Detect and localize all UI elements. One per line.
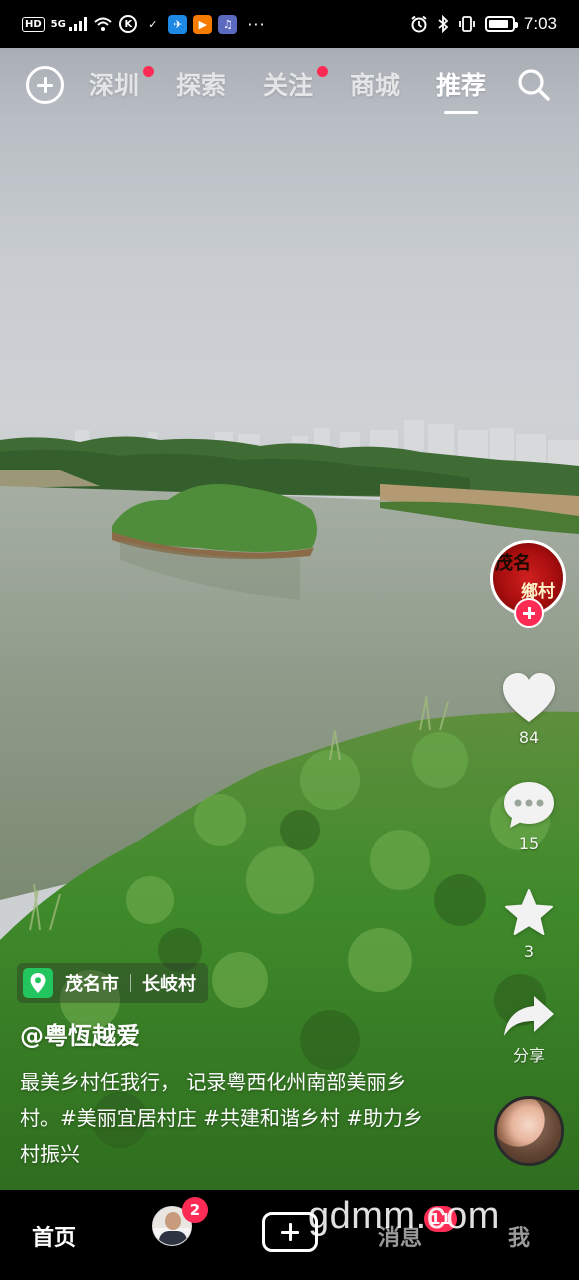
- video-caption: 最美乡村任我行， 记录粤西化州南部美丽乡村。#美丽宜居村庄 #共建和谐乡村 #助…: [20, 1070, 423, 1166]
- site-watermark: gdmm.com: [308, 1195, 500, 1237]
- tab-following-label: 关注: [263, 71, 314, 100]
- tab-shenzhen[interactable]: 深圳: [89, 66, 154, 106]
- favorite-count: 3: [523, 942, 535, 961]
- tab-shenzhen-dot: [143, 66, 154, 77]
- tab-home[interactable]: 首页: [32, 1220, 76, 1252]
- tab-following-dot: [317, 66, 328, 77]
- tab-shenzhen-label: 深圳: [89, 71, 140, 100]
- heart-icon: [503, 673, 555, 722]
- share-label: 分享: [512, 1046, 545, 1065]
- tab-mall-label: 商城: [350, 71, 401, 100]
- video-feed-screen: HD 5G K ✓ ✈ ▶ ♫ ··· 7:03 深圳 探索 关注 商城 推荐 …: [0, 0, 579, 1280]
- share-arrow-icon: [504, 996, 554, 1036]
- location-tag[interactable]: 茂名市 长岐村: [17, 963, 208, 1003]
- vibrate-icon: [459, 16, 475, 32]
- comment-count: 15: [518, 834, 540, 853]
- comment-button[interactable]: 15: [496, 780, 562, 853]
- tab-me[interactable]: 我: [508, 1220, 530, 1252]
- follow-plus-button[interactable]: [514, 598, 544, 628]
- battery-icon: [484, 16, 518, 32]
- tab-following[interactable]: 关注: [263, 66, 328, 106]
- alarm-icon: [411, 15, 427, 33]
- check-app-icon: ✓: [143, 14, 163, 34]
- bluetooth-icon: [438, 15, 449, 33]
- status-bar: HD 5G K ✓ ✈ ▶ ♫ ··· 7:03: [0, 0, 579, 48]
- 5g-signal-icon: 5G: [51, 17, 88, 31]
- status-right-group: 7:03: [410, 14, 557, 34]
- tab-explore[interactable]: 探索: [176, 66, 226, 106]
- location-village: 长岐村: [142, 974, 196, 995]
- tab-mall[interactable]: 商城: [350, 66, 400, 106]
- like-count: 84: [518, 728, 540, 747]
- share-button[interactable]: 分享: [496, 994, 562, 1066]
- author-name[interactable]: @粤恆越爱: [20, 1016, 140, 1051]
- tab-active-underline: [444, 111, 479, 114]
- music-app-icon: ♫: [218, 14, 238, 34]
- signal-bars-icon: [69, 17, 88, 31]
- hd-network-icon: HD: [22, 16, 45, 32]
- location-separator: [130, 974, 131, 992]
- top-navigation: 深圳 探索 关注 商城 推荐: [0, 48, 579, 124]
- location-pin-icon: [23, 968, 53, 998]
- location-city: 茂名市: [65, 974, 119, 995]
- friend-suit: [159, 1231, 187, 1245]
- music-disc-avatar[interactable]: [494, 1096, 564, 1166]
- tab-recommended[interactable]: 推荐: [436, 66, 487, 114]
- creator-avatar-group: 茂名 鄉村: [490, 540, 568, 628]
- status-left-group: HD 5G K ✓ ✈ ▶ ♫ ···: [22, 0, 266, 48]
- music-disc-photo: [497, 1099, 561, 1163]
- tab-recommended-label: 推荐: [436, 71, 487, 100]
- avatar-text-top: 茂名: [495, 553, 531, 574]
- wifi-icon: [94, 17, 112, 31]
- more-notifications-icon: ···: [247, 14, 266, 34]
- comment-bubble-icon: [504, 782, 554, 828]
- search-icon[interactable]: [517, 68, 551, 102]
- favorite-button[interactable]: 3: [496, 888, 562, 961]
- add-plus-icon[interactable]: [26, 66, 64, 104]
- k-app-icon: K: [119, 15, 138, 33]
- status-time: 7:03: [523, 14, 557, 33]
- battery-level-fill: [488, 20, 508, 28]
- blue-app-icon: ✈: [168, 14, 188, 34]
- orange-app-icon: ▶: [193, 14, 213, 34]
- tab-explore-label: 探索: [176, 71, 227, 100]
- like-button[interactable]: 84: [496, 672, 562, 747]
- 5g-label: 5G: [50, 19, 66, 30]
- star-icon: [505, 889, 553, 935]
- friend-face: [165, 1212, 181, 1230]
- location-pin-glyph: [30, 973, 46, 993]
- friends-badge: 2: [182, 1197, 208, 1223]
